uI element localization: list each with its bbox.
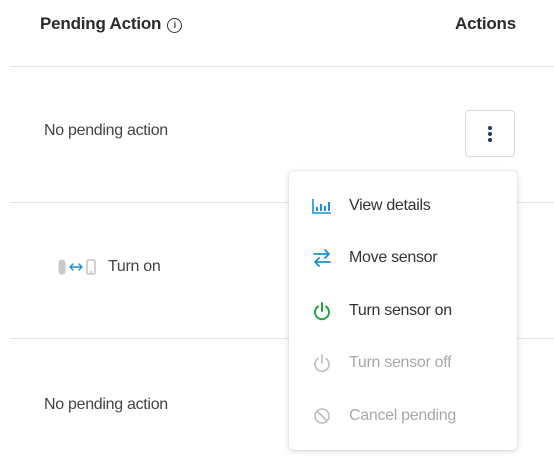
menu-item-move-sensor[interactable]: Move sensor <box>311 246 438 270</box>
cancel-icon <box>311 406 333 426</box>
menu-item-label: Cancel pending <box>349 407 456 424</box>
row-divider <box>10 66 554 67</box>
phone-icon <box>86 259 96 275</box>
swap-arrows-icon <box>311 248 333 268</box>
column-header-pending-action-label: Pending Action <box>40 14 162 33</box>
menu-item-label: Turn sensor on <box>349 302 452 319</box>
left-right-arrow-icon <box>69 263 83 271</box>
pending-actions-table: Pending Action i Actions No pending acti… <box>0 0 554 469</box>
info-icon[interactable]: i <box>167 17 183 33</box>
menu-item-label: Move sensor <box>349 249 438 266</box>
power-icon <box>311 353 333 373</box>
bar-chart-icon <box>311 196 333 216</box>
menu-item-cancel-pending: Cancel pending <box>311 404 456 428</box>
column-header-pending-action: Pending Action i <box>40 14 183 34</box>
device-transfer-icons <box>58 259 96 275</box>
row-3-pending-action: No pending action <box>44 396 168 413</box>
row-actions-dropdown-menu: View details Move sensor Turn sensor on <box>289 171 517 450</box>
row-2-pending-action-label: Turn on <box>108 258 161 275</box>
menu-item-turn-sensor-on[interactable]: Turn sensor on <box>311 299 452 323</box>
menu-item-turn-sensor-off: Turn sensor off <box>311 351 452 375</box>
row-1-pending-action: No pending action <box>44 122 168 139</box>
menu-item-view-details[interactable]: View details <box>311 194 431 218</box>
menu-item-label: Turn sensor off <box>349 354 452 371</box>
menu-item-label: View details <box>349 197 431 214</box>
column-header-actions: Actions <box>455 14 516 33</box>
power-icon <box>311 301 333 321</box>
row-2-pending-action: Turn on <box>58 258 161 276</box>
sensor-icon <box>58 259 66 275</box>
vertical-dots-icon <box>488 125 492 142</box>
row-actions-menu-button[interactable] <box>465 110 515 157</box>
